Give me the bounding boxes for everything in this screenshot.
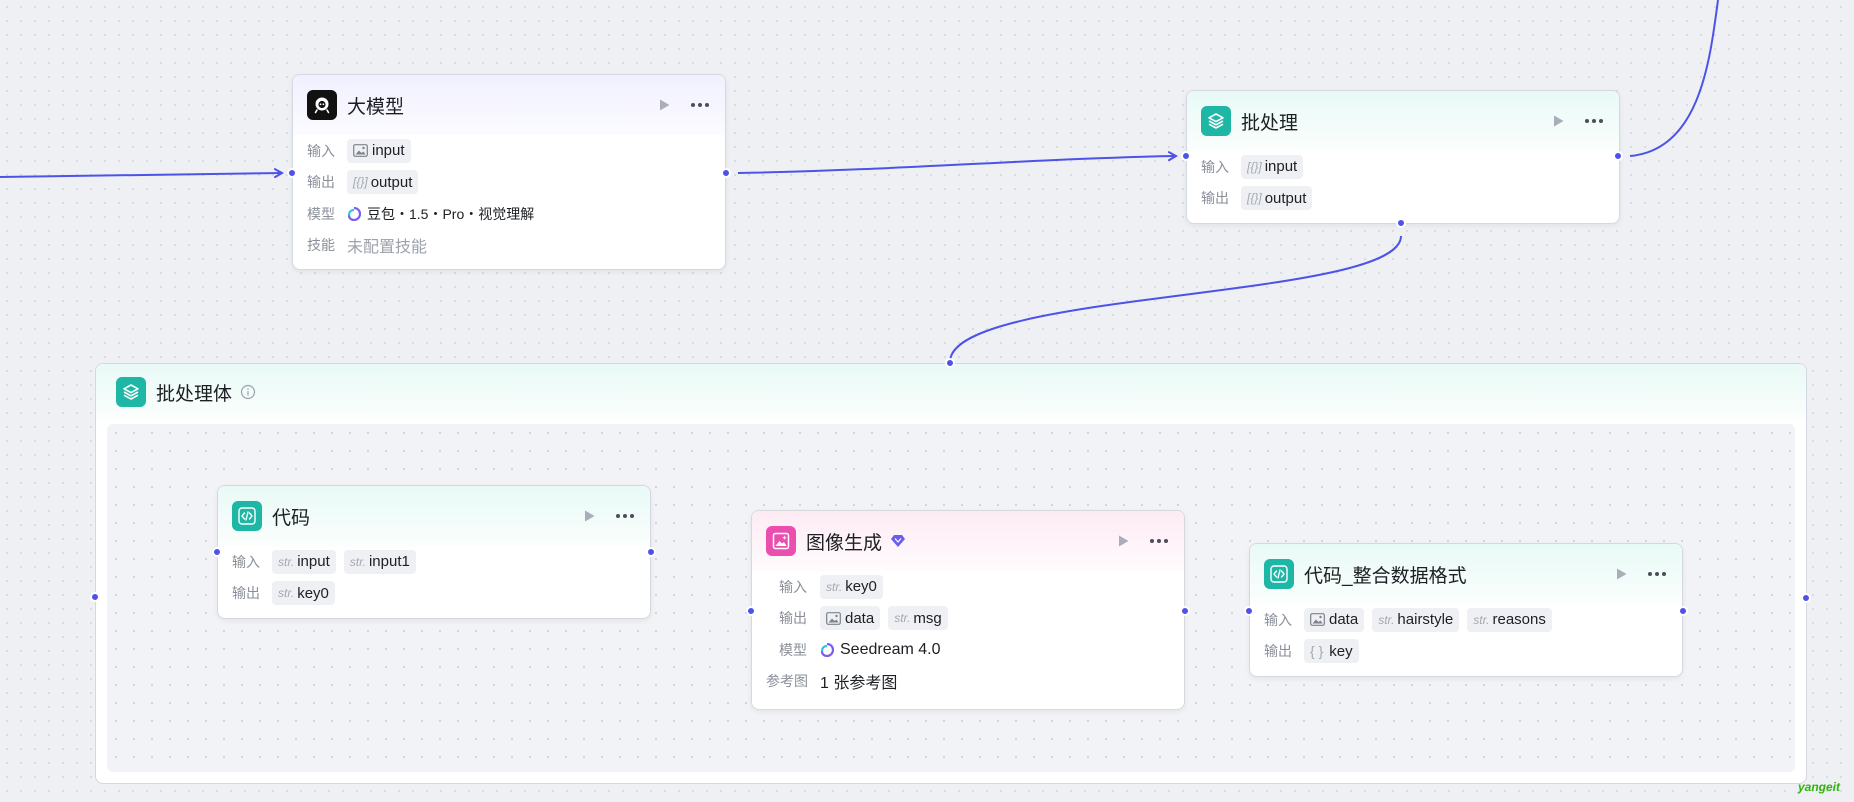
code-format-input-row: 输入 data str. hairstyle str. reasons [1264,604,1668,636]
image-type-icon [353,144,368,158]
image-type-icon [1310,613,1325,627]
param-tag: [{}] output [1241,186,1313,211]
info-icon[interactable] [240,384,256,400]
batch-input-port[interactable] [1181,151,1191,161]
llm-input-port[interactable] [287,168,297,178]
batch-node[interactable]: 批处理 输入 [{}] input 输出 [{}] output [1186,90,1620,224]
image-gen-ref-row: 参考图 1 张参考图 [766,666,1170,698]
batch-body-header: 批处理体 [96,364,1806,420]
image-gen-output-row: 输出 data str. msg [766,603,1170,635]
param-tag: str. msg [888,606,948,631]
llm-node-title: 大模型 [347,96,405,118]
more-icon[interactable] [614,505,636,527]
llm-node[interactable]: 大模型 输入 input 输出 [{}] output 模型 豆包・1.5・Pro… [292,74,726,270]
param-tag: [{}] input [1241,154,1304,179]
image-gen-icon [766,526,796,556]
llm-skill-value: 未配置技能 [347,239,428,257]
param-tag: [{}] output [347,170,419,195]
image-gen-node[interactable]: 图像生成 输入 str. key0 输出 data str. msg 模型 Seed… [751,510,1185,710]
batch-body-top-port[interactable] [945,358,955,368]
image-gen-model-row: 模型 Seedream 4.0 [779,640,941,658]
code-output-port[interactable] [646,547,656,557]
watermark: yangeit [1797,780,1840,794]
edge-batch-to-body [949,235,1402,363]
param-tag: str. reasons [1467,607,1552,632]
param-tag: str. hairstyle [1372,607,1460,632]
layers-icon [1201,106,1231,136]
llm-robot-icon [307,90,337,120]
batch-input-row: 输入 [{}] input [1201,151,1605,183]
image-gen-input-row: 输入 str. key0 [766,571,1170,603]
llm-output-row: 输出 [{}] output [307,167,711,199]
batch-body-port[interactable] [1396,218,1406,228]
more-icon[interactable] [1148,530,1170,552]
batch-output-row: 输出 [{}] output [1201,183,1605,215]
code-node-header: 代码 [218,486,650,546]
code-format-output-row: 输出 { } key [1264,636,1668,668]
code-icon [1264,559,1294,589]
code-node-title: 代码 [272,507,311,529]
param-tag: input [347,138,411,163]
batch-output-port[interactable] [1613,151,1623,161]
play-icon[interactable] [653,94,675,116]
llm-output-port[interactable] [721,168,731,178]
object-type-icon: [{}] [353,175,368,190]
play-icon[interactable] [1610,563,1632,585]
image-type-icon [826,611,841,625]
group-input-port[interactable] [90,592,100,602]
llm-node-header: 大模型 [293,75,725,135]
image-gen-input-port[interactable] [746,606,756,616]
code-icon [232,501,262,531]
batch-node-title: 批处理 [1241,112,1299,134]
object-type-icon: { } [1310,643,1324,660]
more-icon[interactable] [1646,563,1668,585]
param-tag: str. key0 [820,574,883,599]
llm-input-row: 输入 input [307,135,711,167]
llm-model-value: 豆包・1.5・Pro・视觉理解 [367,205,535,222]
image-gen-node-header: 图像生成 [752,511,1184,571]
group-output-port[interactable] [1801,593,1811,603]
code-output-row: 输出 str. key0 [232,578,636,610]
param-tag: str. key0 [272,581,335,606]
batch-node-header: 批处理 [1187,91,1619,151]
doubao-logo-icon [347,206,361,221]
diamond-badge-icon [891,535,906,547]
code-format-input-port[interactable] [1244,606,1254,616]
edge-start-to-llm [0,173,282,177]
param-tag: str. input [272,549,336,574]
param-tag: str. input1 [343,549,416,574]
image-gen-ref-value: 1 张参考图 [820,675,898,693]
edge-llm-to-batch [737,156,1176,174]
param-tag: data [1304,607,1365,632]
code-format-output-port[interactable] [1678,606,1688,616]
play-icon[interactable] [1112,530,1134,552]
llm-skill-row: 技能 未配置技能 [307,230,711,262]
object-type-icon: [{}] [1247,159,1262,174]
param-tag: data [820,606,881,631]
code-format-node-header: 代码_整合数据格式 [1250,544,1682,604]
play-icon[interactable] [578,505,600,527]
param-tag: { } key [1304,639,1359,664]
edge-batch-to-top [1629,0,1719,157]
more-icon[interactable] [1583,110,1605,132]
play-icon[interactable] [1547,110,1569,132]
code-node[interactable]: 代码 输入 str. input str. input1 输出 str. key0 [217,485,651,619]
batch-body-title: 批处理体 [156,383,233,405]
object-type-icon: [{}] [1247,191,1262,206]
more-icon[interactable] [689,94,711,116]
code-input-port[interactable] [212,547,222,557]
image-gen-output-port[interactable] [1180,606,1190,616]
code-input-row: 输入 str. input str. input1 [232,546,636,578]
layers-icon [116,377,146,407]
seedream-logo-icon [820,642,834,657]
llm-model-row: 模型 豆包・1.5・Pro・视觉理解 [307,205,535,222]
code-format-node-title: 代码_整合数据格式 [1304,565,1467,587]
code-format-node[interactable]: 代码_整合数据格式 输入 data str. hairstyle str. reas… [1249,543,1683,677]
image-gen-model-value: Seedream 4.0 [840,640,941,658]
image-gen-node-title: 图像生成 [806,532,883,554]
